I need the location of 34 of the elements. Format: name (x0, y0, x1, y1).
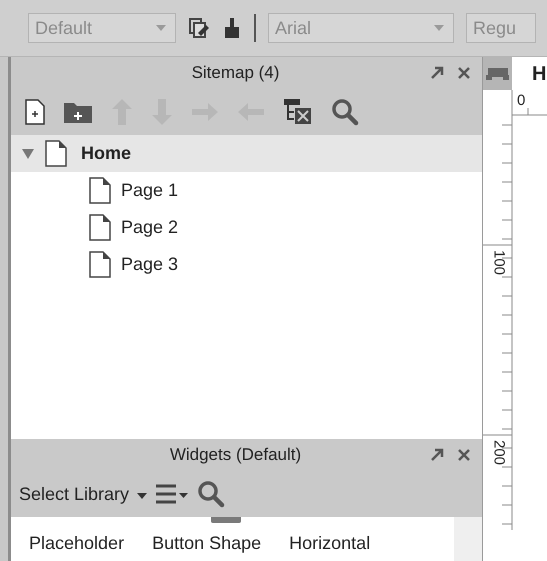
expand-arrow-icon[interactable] (21, 148, 35, 160)
pop-out-icon[interactable] (430, 66, 444, 80)
caret-icon (137, 493, 148, 499)
search-icon[interactable] (331, 98, 359, 126)
add-page-icon[interactable] (25, 99, 45, 125)
panel-title: Widgets (Default) (168, 444, 302, 466)
menu-icon[interactable] (155, 483, 190, 505)
close-icon[interactable] (458, 67, 470, 79)
brush-icon[interactable] (222, 17, 242, 39)
widget-label[interactable]: Button Shape (152, 530, 262, 557)
page-icon (89, 251, 111, 278)
close-icon[interactable] (458, 449, 470, 461)
page-icon (45, 140, 67, 167)
widget-label[interactable]: Placeholder (29, 530, 124, 557)
add-folder-icon[interactable] (63, 100, 93, 124)
scrollbar-track (454, 517, 482, 561)
page-icon (89, 177, 111, 204)
search-icon[interactable] (197, 480, 226, 508)
tree-delete-icon[interactable] (283, 98, 313, 126)
caret-icon (433, 24, 445, 32)
tree-item[interactable]: Home (11, 135, 482, 172)
library-dropdown[interactable]: Select Library (19, 480, 148, 508)
ruler-label: 0 (517, 91, 526, 111)
panel-title: Sitemap (4) (190, 62, 280, 84)
page-icon (89, 214, 111, 241)
caret-icon (155, 24, 167, 32)
widget-label[interactable]: Horizontal (289, 530, 370, 557)
format-painter-icon[interactable] (188, 17, 210, 39)
device-icon[interactable] (483, 57, 512, 90)
pop-out-icon[interactable] (430, 448, 444, 462)
ruler-label: 100 (490, 250, 508, 276)
ruler-label: 200 (490, 440, 508, 466)
page-tab[interactable]: H (512, 57, 547, 90)
resize-handle[interactable] (211, 517, 241, 523)
